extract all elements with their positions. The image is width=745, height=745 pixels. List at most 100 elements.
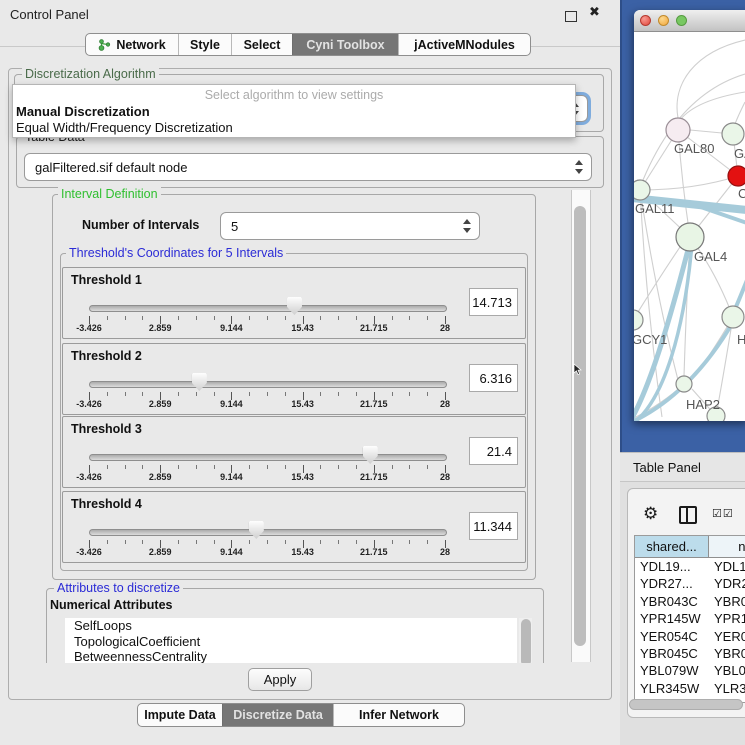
table-hscrollbar-thumb[interactable] xyxy=(629,699,743,710)
network-window-titlebar[interactable] xyxy=(634,10,745,32)
network-node[interactable] xyxy=(722,123,744,145)
numerical-attributes-list[interactable]: SelfLoopsTopologicalCoefficientBetweenne… xyxy=(65,618,517,663)
table-cell[interactable]: YBR0 xyxy=(709,593,745,610)
table-row[interactable]: YDL19...YDL1 xyxy=(635,558,745,575)
table-cell[interactable]: YER0 xyxy=(709,628,745,645)
tab-style[interactable]: Style xyxy=(178,34,231,55)
node-label: GCY1 xyxy=(634,332,667,347)
tab-discretize-data[interactable]: Discretize Data xyxy=(222,704,333,726)
node-label: GAL4 xyxy=(694,249,727,264)
attribute-list-item[interactable]: TopologicalCoefficient xyxy=(65,634,517,650)
table-cell[interactable]: YLR3 xyxy=(709,680,745,697)
minimize-traffic-light-icon[interactable] xyxy=(658,15,669,26)
threshold-2-label: Threshold 2 xyxy=(71,349,142,363)
attributes-scrollbar-thumb[interactable] xyxy=(521,619,531,663)
settings-scrollbar-thumb[interactable] xyxy=(574,206,586,646)
network-graph: GAL80GACGAL11GAL4GCY1HHAP2 xyxy=(634,32,745,421)
tab-select-label: Select xyxy=(244,38,281,52)
table-cell[interactable]: YDL19... xyxy=(635,558,709,575)
numerical-attributes-label: Numerical Attributes xyxy=(50,598,172,612)
table-cell[interactable]: YBR045C xyxy=(635,645,709,662)
table-cell[interactable]: YER054C xyxy=(635,628,709,645)
table-rows: YDL19...YDL1YDR27...YDR2YBR043CYBR0YPR14… xyxy=(635,558,745,703)
tab-cyni-toolbox[interactable]: Cyni Toolbox xyxy=(292,34,398,55)
table-row[interactable]: YBR043CYBR0 xyxy=(635,593,745,610)
tab-impute-data[interactable]: Impute Data xyxy=(138,704,222,726)
popup-option-equal-width[interactable]: Equal Width/Frequency Discretization xyxy=(16,120,233,135)
node-label: C xyxy=(738,186,745,201)
tab-jactivemnodules[interactable]: jActiveMNodules xyxy=(398,34,530,55)
table-row[interactable]: YPR145WYPR1 xyxy=(635,610,745,627)
column-header-name[interactable]: na xyxy=(709,536,745,557)
top-tabbar: Network Style Select Cyni Toolbox jActiv… xyxy=(85,33,531,56)
table-cell[interactable]: YDR2 xyxy=(709,575,745,592)
table-row[interactable]: YBL079WYBL0 xyxy=(635,662,745,679)
threshold-2-slider-thumb[interactable] xyxy=(192,373,207,391)
table-row[interactable]: YER054CYER0 xyxy=(635,628,745,645)
network-node[interactable] xyxy=(634,180,650,200)
panel-title: Control Panel xyxy=(10,7,89,22)
zoom-traffic-light-icon[interactable] xyxy=(676,15,687,26)
tab-impute-data-label: Impute Data xyxy=(144,708,216,722)
slider-tick-labels: -3.4262.8599.14415.4321.71528 xyxy=(63,323,525,335)
table-panel-card: ⚙ ☑☑ shared... na YDL19...YDL1YDR27...YD… xyxy=(627,488,745,718)
table-cell[interactable]: YBR043C xyxy=(635,593,709,610)
tab-select[interactable]: Select xyxy=(231,34,292,55)
close-icon[interactable]: ✖ xyxy=(589,5,600,20)
network-node[interactable] xyxy=(676,376,692,392)
attribute-list-item[interactable]: SelfLoops xyxy=(65,618,517,634)
attributes-scrollbar[interactable] xyxy=(519,618,532,663)
tab-network[interactable]: Network xyxy=(86,34,178,55)
apply-button[interactable]: Apply xyxy=(248,668,312,691)
network-canvas[interactable]: GAL80GACGAL11GAL4GCY1HHAP2 xyxy=(634,32,745,421)
threshold-3-panel: Threshold 3 -3.4262.8599.14415.4321.7152… xyxy=(62,416,526,488)
table-cell[interactable]: YBL079W xyxy=(635,662,709,679)
threshold-3-value-field[interactable]: 21.4 xyxy=(469,437,518,465)
column-header-shared-name[interactable]: shared... xyxy=(635,536,709,557)
threshold-3-slider-thumb[interactable] xyxy=(363,446,378,464)
threshold-4-value-field[interactable]: 11.344 xyxy=(469,512,518,540)
select-columns-icons[interactable]: ☑☑ xyxy=(712,507,734,520)
network-node[interactable] xyxy=(666,118,690,142)
network-window[interactable]: GAL80GACGAL11GAL4GCY1HHAP2 xyxy=(634,10,745,421)
node-table[interactable]: shared... na YDL19...YDL1YDR27...YDR2YBR… xyxy=(634,535,745,703)
split-columns-icon[interactable] xyxy=(679,506,697,524)
table-hscrollbar[interactable] xyxy=(629,698,745,711)
network-node[interactable] xyxy=(634,310,643,330)
table-cell[interactable]: YBL0 xyxy=(709,662,745,679)
settings-scrollbar[interactable] xyxy=(571,190,591,662)
table-cell[interactable]: YLR345W xyxy=(635,680,709,697)
network-node[interactable] xyxy=(722,306,744,328)
number-of-intervals-combobox[interactable]: 5 xyxy=(220,212,480,240)
network-node[interactable] xyxy=(676,223,704,251)
close-traffic-light-icon[interactable] xyxy=(640,15,651,26)
table-cell[interactable]: YPR145W xyxy=(635,610,709,627)
network-node[interactable] xyxy=(728,166,745,186)
settings-viewport: Interval Definition Number of Intervals … xyxy=(16,184,570,663)
threshold-4-slider-thumb[interactable] xyxy=(249,521,264,539)
threshold-2-panel: Threshold 2 -3.4262.8599.14415.4321.7152… xyxy=(62,343,526,415)
table-row[interactable]: YDR27...YDR2 xyxy=(635,575,745,592)
table-cell[interactable]: YDR27... xyxy=(635,575,709,592)
threshold-4-slider-track[interactable] xyxy=(89,529,447,536)
table-data-combobox[interactable]: galFiltered.sif default node xyxy=(24,153,592,181)
attribute-list-item[interactable]: BetweennessCentrality xyxy=(65,649,517,663)
spinner-arrows-icon xyxy=(462,219,471,233)
popup-option-manual[interactable]: Manual Discretization xyxy=(16,104,150,119)
table-cell[interactable]: YBR0 xyxy=(709,645,745,662)
float-window-icon[interactable] xyxy=(565,11,577,22)
tab-infer-network[interactable]: Infer Network xyxy=(333,704,464,726)
gear-icon[interactable]: ⚙ xyxy=(643,504,658,524)
table-row[interactable]: YLR345WYLR3 xyxy=(635,680,745,697)
attributes-group-title: Attributes to discretize xyxy=(54,581,183,595)
threshold-4-panel: Threshold 4 -3.4262.8599.14415.4321.7152… xyxy=(62,491,526,563)
table-cell[interactable]: YDL1 xyxy=(709,558,745,575)
threshold-3-slider-track[interactable] xyxy=(89,454,447,461)
threshold-1-slider-thumb[interactable] xyxy=(287,297,302,315)
table-row[interactable]: YBR045CYBR0 xyxy=(635,645,745,662)
threshold-2-value-field[interactable]: 6.316 xyxy=(469,364,518,392)
threshold-1-slider-track[interactable] xyxy=(89,305,447,312)
threshold-2-slider-track[interactable] xyxy=(89,381,447,388)
table-cell[interactable]: YPR1 xyxy=(709,610,745,627)
threshold-1-value-field[interactable]: 14.713 xyxy=(469,288,518,316)
